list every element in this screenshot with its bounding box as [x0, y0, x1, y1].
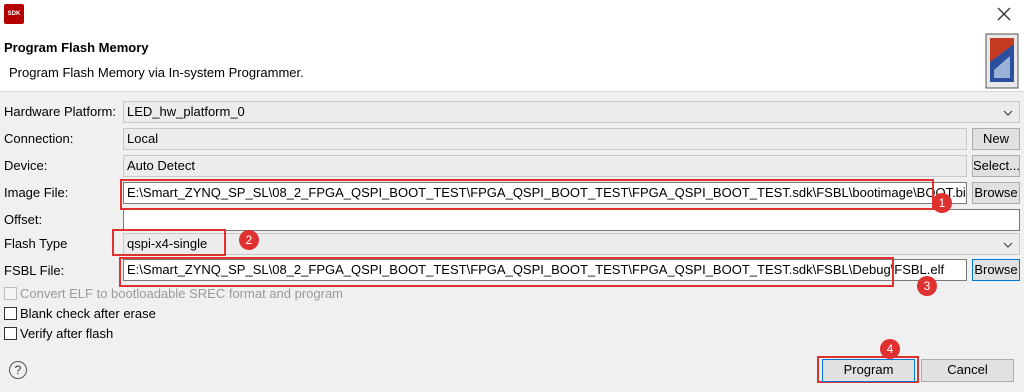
flash-memory-icon [985, 33, 1019, 89]
annotation-box-1 [120, 179, 934, 210]
verify-label: Verify after flash [20, 326, 114, 341]
device-label: Device: [4, 158, 48, 173]
blank-check-checkbox[interactable] [4, 307, 17, 320]
fsbl-file-label: FSBL File: [4, 263, 65, 278]
verify-checkbox[interactable] [4, 327, 17, 340]
blank-check-label: Blank check after erase [20, 306, 156, 321]
new-connection-button[interactable]: New [972, 128, 1020, 150]
hardware-platform-label: Hardware Platform: [4, 104, 116, 119]
connection-label: Connection: [4, 131, 74, 146]
hardware-platform-select[interactable]: LED_hw_platform_0 [123, 101, 1020, 123]
convert-elf-checkbox[interactable] [4, 287, 17, 300]
image-file-label: Image File: [4, 185, 69, 200]
annotation-box-2 [112, 229, 226, 256]
convert-elf-label: Convert ELF to bootloadable SREC format … [20, 286, 344, 301]
page-description: Program Flash Memory via In-system Progr… [9, 65, 304, 80]
annotation-badge-1: 1 [932, 193, 952, 213]
connection-value: Local [127, 131, 159, 146]
annotation-badge-3: 3 [917, 276, 937, 296]
page-title: Program Flash Memory [4, 40, 149, 55]
device-field: Auto Detect [123, 155, 967, 177]
hardware-platform-value: LED_hw_platform_0 [127, 104, 245, 119]
chevron-down-icon [1003, 110, 1013, 116]
help-icon[interactable]: ? [9, 361, 27, 379]
browse-fsbl-file-button[interactable]: Browse [972, 259, 1020, 281]
annotation-box-3 [119, 257, 894, 287]
program-button[interactable]: Program [822, 359, 915, 382]
sdk-app-icon: SDK [4, 4, 24, 24]
flash-type-label: Flash Type [4, 236, 68, 251]
annotation-badge-4: 4 [880, 339, 900, 359]
cancel-button[interactable]: Cancel [921, 359, 1014, 382]
offset-input[interactable] [123, 209, 1020, 231]
annotation-badge-2: 2 [239, 230, 259, 250]
connection-select[interactable]: Local [123, 128, 967, 150]
browse-image-file-button[interactable]: Browse [972, 182, 1020, 204]
close-icon[interactable] [994, 4, 1014, 24]
dialog-header: Program Flash Memory Program Flash Memor… [0, 28, 1024, 92]
title-bar: SDK [0, 0, 1024, 28]
chevron-down-icon [1003, 242, 1013, 248]
select-device-button[interactable]: Select... [972, 155, 1020, 177]
offset-label: Offset: [4, 212, 43, 227]
